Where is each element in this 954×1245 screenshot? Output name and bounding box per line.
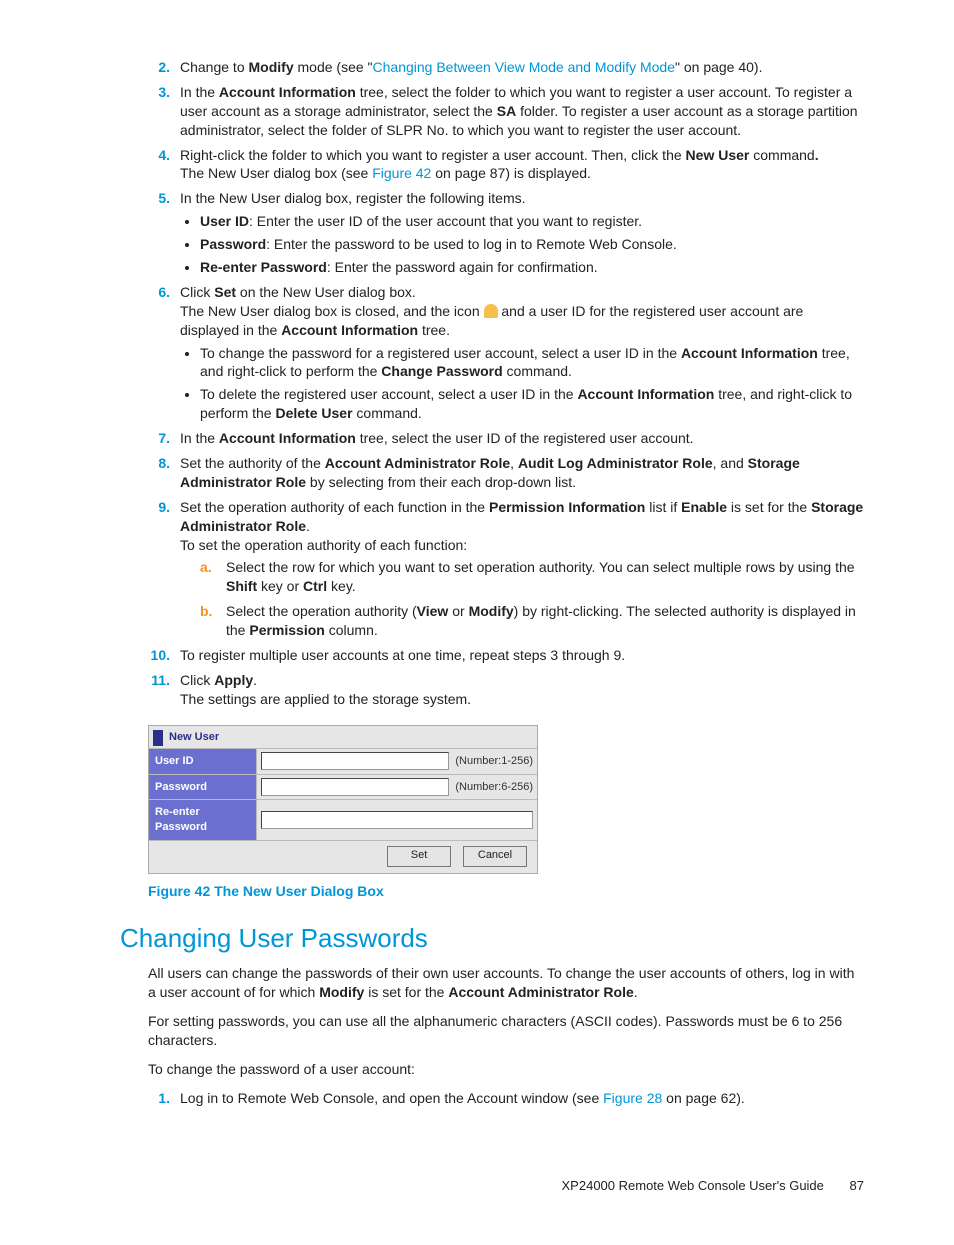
step-10: 10. To register multiple user accounts a… — [148, 646, 864, 665]
page-footer: XP24000 Remote Web Console User's Guide … — [120, 1177, 864, 1195]
step-9: 9. Set the operation authority of each f… — [148, 498, 864, 640]
list-item: To delete the registered user account, s… — [200, 385, 864, 423]
dialog-row-password: Password (Number:6-256) — [149, 774, 537, 800]
dialog-actions: Set Cancel — [149, 840, 537, 873]
paragraph: All users can change the passwords of th… — [148, 964, 864, 1002]
dialog-row-reenter: Re-enter Password — [149, 799, 537, 840]
label-userid: User ID — [149, 749, 257, 774]
link-figure-42[interactable]: Figure 42 — [372, 165, 431, 181]
figure-caption: Figure 42 The New User Dialog Box — [148, 882, 864, 901]
paragraph: For setting passwords, you can use all t… — [148, 1012, 864, 1050]
link-figure-28[interactable]: Figure 28 — [603, 1090, 662, 1106]
step-number: 11. — [148, 671, 170, 690]
list-item: Re-enter Password: Enter the password ag… — [200, 258, 864, 277]
password-hint: (Number:6-256) — [455, 780, 533, 795]
step-number: 7. — [148, 429, 170, 448]
step-number: 2. — [148, 58, 170, 77]
list-item: b. Select the operation authority (View … — [200, 602, 864, 640]
step-2: 2. Change to Modify mode (see "Changing … — [148, 58, 864, 77]
step-5-bullets: User ID: Enter the user ID of the user a… — [200, 212, 864, 277]
step-3: 3. In the Account Information tree, sele… — [148, 83, 864, 140]
dialog-row-userid: User ID (Number:1-256) — [149, 748, 537, 774]
list-item: To change the password for a registered … — [200, 344, 864, 382]
step-number: 8. — [148, 454, 170, 473]
label-reenter-password: Re-enter Password — [149, 800, 257, 840]
list-item: User ID: Enter the user ID of the user a… — [200, 212, 864, 231]
step-6-bullets: To change the password for a registered … — [200, 344, 864, 424]
reenter-password-input[interactable] — [261, 811, 533, 829]
step-4: 4. Right-click the folder to which you w… — [148, 146, 864, 184]
dialog-title: New User — [169, 730, 219, 745]
step-number: 5. — [148, 189, 170, 208]
step-8: 8. Set the authority of the Account Admi… — [148, 454, 864, 492]
dialog-titlebar: New User — [149, 726, 537, 748]
step-1: 1. Log in to Remote Web Console, and ope… — [148, 1089, 864, 1108]
change-password-steps: 1. Log in to Remote Web Console, and ope… — [148, 1089, 864, 1108]
step-11: 11. Click Apply. The settings are applie… — [148, 671, 864, 709]
step-number: 4. — [148, 146, 170, 165]
page-number: 87 — [850, 1177, 864, 1195]
label-password: Password — [149, 775, 257, 800]
step-7: 7. In the Account Information tree, sele… — [148, 429, 864, 448]
list-item: a. Select the row for which you want to … — [200, 558, 864, 596]
set-button[interactable]: Set — [387, 846, 451, 867]
user-icon — [484, 304, 498, 318]
link-changing-mode[interactable]: Changing Between View Mode and Modify Mo… — [373, 59, 675, 75]
step-number: 9. — [148, 498, 170, 517]
cancel-button[interactable]: Cancel — [463, 846, 527, 867]
password-input[interactable] — [261, 778, 449, 796]
step-number: 1. — [148, 1089, 170, 1108]
new-user-dialog: New User User ID (Number:1-256) Password… — [148, 725, 538, 874]
userid-hint: (Number:1-256) — [455, 754, 533, 769]
title-marker-icon — [153, 730, 163, 746]
list-item: Password: Enter the password to be used … — [200, 235, 864, 254]
step-5: 5. In the New User dialog box, register … — [148, 189, 864, 277]
step-number: 10. — [148, 646, 170, 665]
numbered-steps-list: 2. Change to Modify mode (see "Changing … — [148, 58, 864, 709]
userid-input[interactable] — [261, 752, 449, 770]
step-number: 6. — [148, 283, 170, 302]
step-6: 6. Click Set on the New User dialog box.… — [148, 283, 864, 423]
section-heading: Changing User Passwords — [120, 921, 864, 956]
paragraph: To change the password of a user account… — [148, 1060, 864, 1079]
step-number: 3. — [148, 83, 170, 102]
sub-letter: b. — [200, 602, 212, 621]
sub-letter: a. — [200, 558, 212, 577]
footer-guide-title: XP24000 Remote Web Console User's Guide — [562, 1178, 824, 1193]
step-9-sublist: a. Select the row for which you want to … — [200, 558, 864, 640]
